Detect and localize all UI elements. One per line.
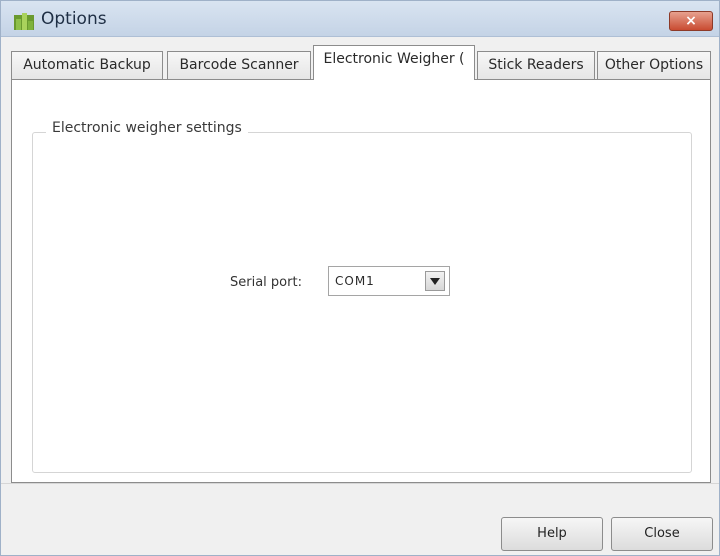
tab-barcode-scanner[interactable]: Barcode Scanner [167,51,311,79]
serial-port-label: Serial port: [230,275,302,290]
options-dialog: Options × Automatic Backup Barcode Scann… [0,0,720,556]
serial-port-value: COM1 [335,274,375,288]
chevron-down-icon [430,277,440,285]
title-bar[interactable]: Options × [1,1,719,37]
close-icon: × [685,13,697,29]
tab-strip: Automatic Backup Barcode Scanner Electro… [11,45,711,80]
serial-port-select[interactable]: COM1 [328,266,450,296]
window-title: Options [41,9,107,29]
tab-other-options[interactable]: Other Options [597,51,711,79]
tab-automatic-backup[interactable]: Automatic Backup [11,51,163,79]
app-icon [13,9,35,31]
electronic-weigher-groupbox [32,132,692,473]
tab-content-panel: Electronic weigher settings Serial port:… [11,79,711,483]
tab-electronic-weigher[interactable]: Electronic Weigher ( [313,45,475,80]
dropdown-button[interactable] [425,271,445,291]
help-button[interactable]: Help [501,517,603,551]
footer-separator [1,483,719,484]
close-button[interactable]: Close [611,517,713,551]
tab-stick-readers[interactable]: Stick Readers [477,51,595,79]
window-close-button[interactable]: × [669,11,713,31]
groupbox-title: Electronic weigher settings [46,120,248,136]
